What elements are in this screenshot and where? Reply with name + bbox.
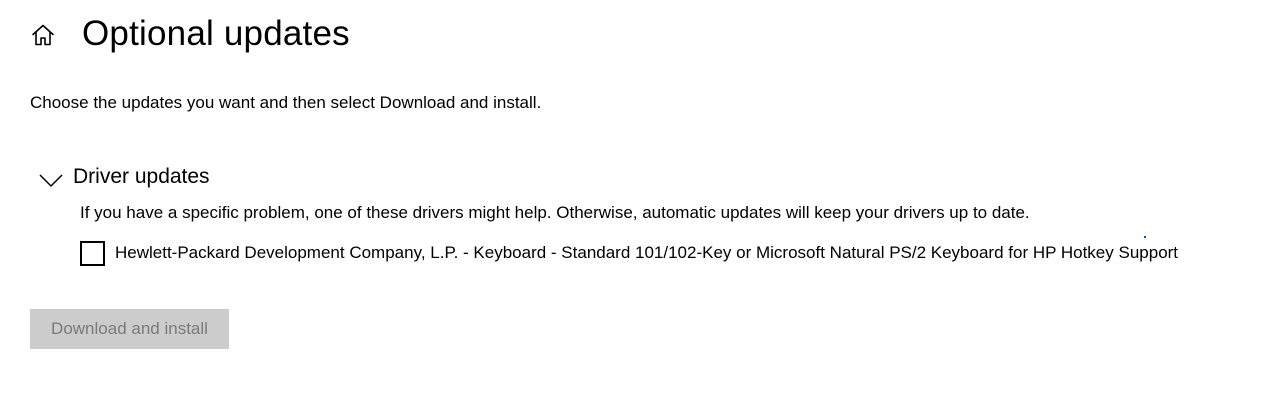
page-title: Optional updates [82, 14, 350, 53]
driver-item-checkbox[interactable] [80, 240, 105, 266]
download-and-install-button[interactable]: Download and install [30, 309, 229, 349]
intro-text: Choose the updates you want and then sel… [30, 93, 542, 112]
driver-updates-toggle[interactable]: Driver updates [38, 161, 210, 193]
chevron-down-icon [39, 174, 63, 187]
cursor-dot [1144, 236, 1146, 238]
driver-updates-heading: Driver updates [73, 165, 210, 188]
home-icon[interactable] [30, 22, 56, 48]
driver-updates-description: If you have a specific problem, one of t… [80, 203, 1030, 222]
driver-item-row[interactable]: Hewlett-Packard Development Company, L.P… [80, 240, 1178, 266]
driver-item-label: Hewlett-Packard Development Company, L.P… [115, 243, 1179, 262]
home-icon-graphic [32, 24, 54, 46]
